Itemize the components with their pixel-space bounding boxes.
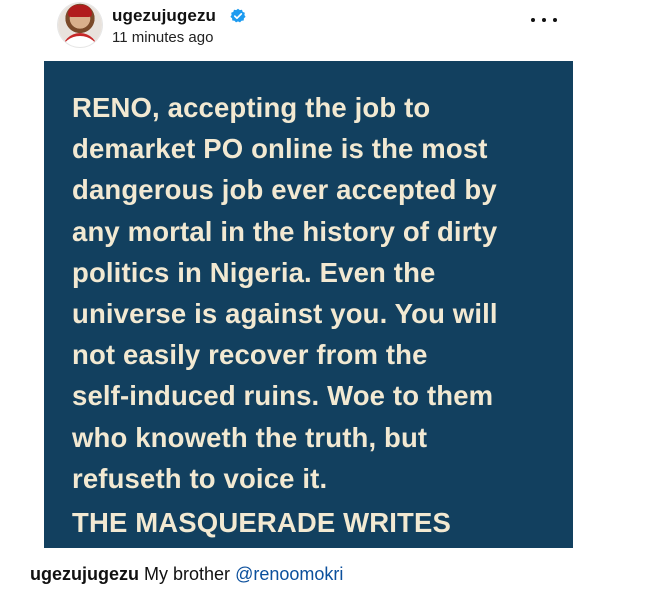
- post-image[interactable]: RENO, accepting the job to demarket PO o…: [44, 61, 573, 548]
- caption-mention-link[interactable]: @renoomokri: [235, 564, 343, 584]
- image-quote-text: RENO, accepting the job to demarket PO o…: [72, 92, 498, 494]
- post-timestamp: 11 minutes ago: [112, 29, 214, 46]
- post-username[interactable]: ugezujugezu: [112, 6, 216, 26]
- more-dot: [553, 18, 557, 22]
- avatar[interactable]: [58, 3, 102, 47]
- verified-badge-icon: [230, 8, 246, 23]
- post-caption: ugezujugezu My brother @renoomokri: [30, 564, 343, 585]
- caption-username[interactable]: ugezujugezu: [30, 564, 139, 584]
- image-signature: THE MASQUERADE WRITES: [72, 507, 451, 538]
- post-header: ugezujugezu 11 minutes ago: [0, 0, 655, 56]
- avatar-robe: [62, 33, 98, 47]
- avatar-cap: [68, 5, 92, 17]
- more-options-icon[interactable]: [531, 14, 557, 26]
- more-dot: [531, 18, 535, 22]
- caption-text: My brother: [144, 564, 231, 584]
- more-dot: [542, 18, 546, 22]
